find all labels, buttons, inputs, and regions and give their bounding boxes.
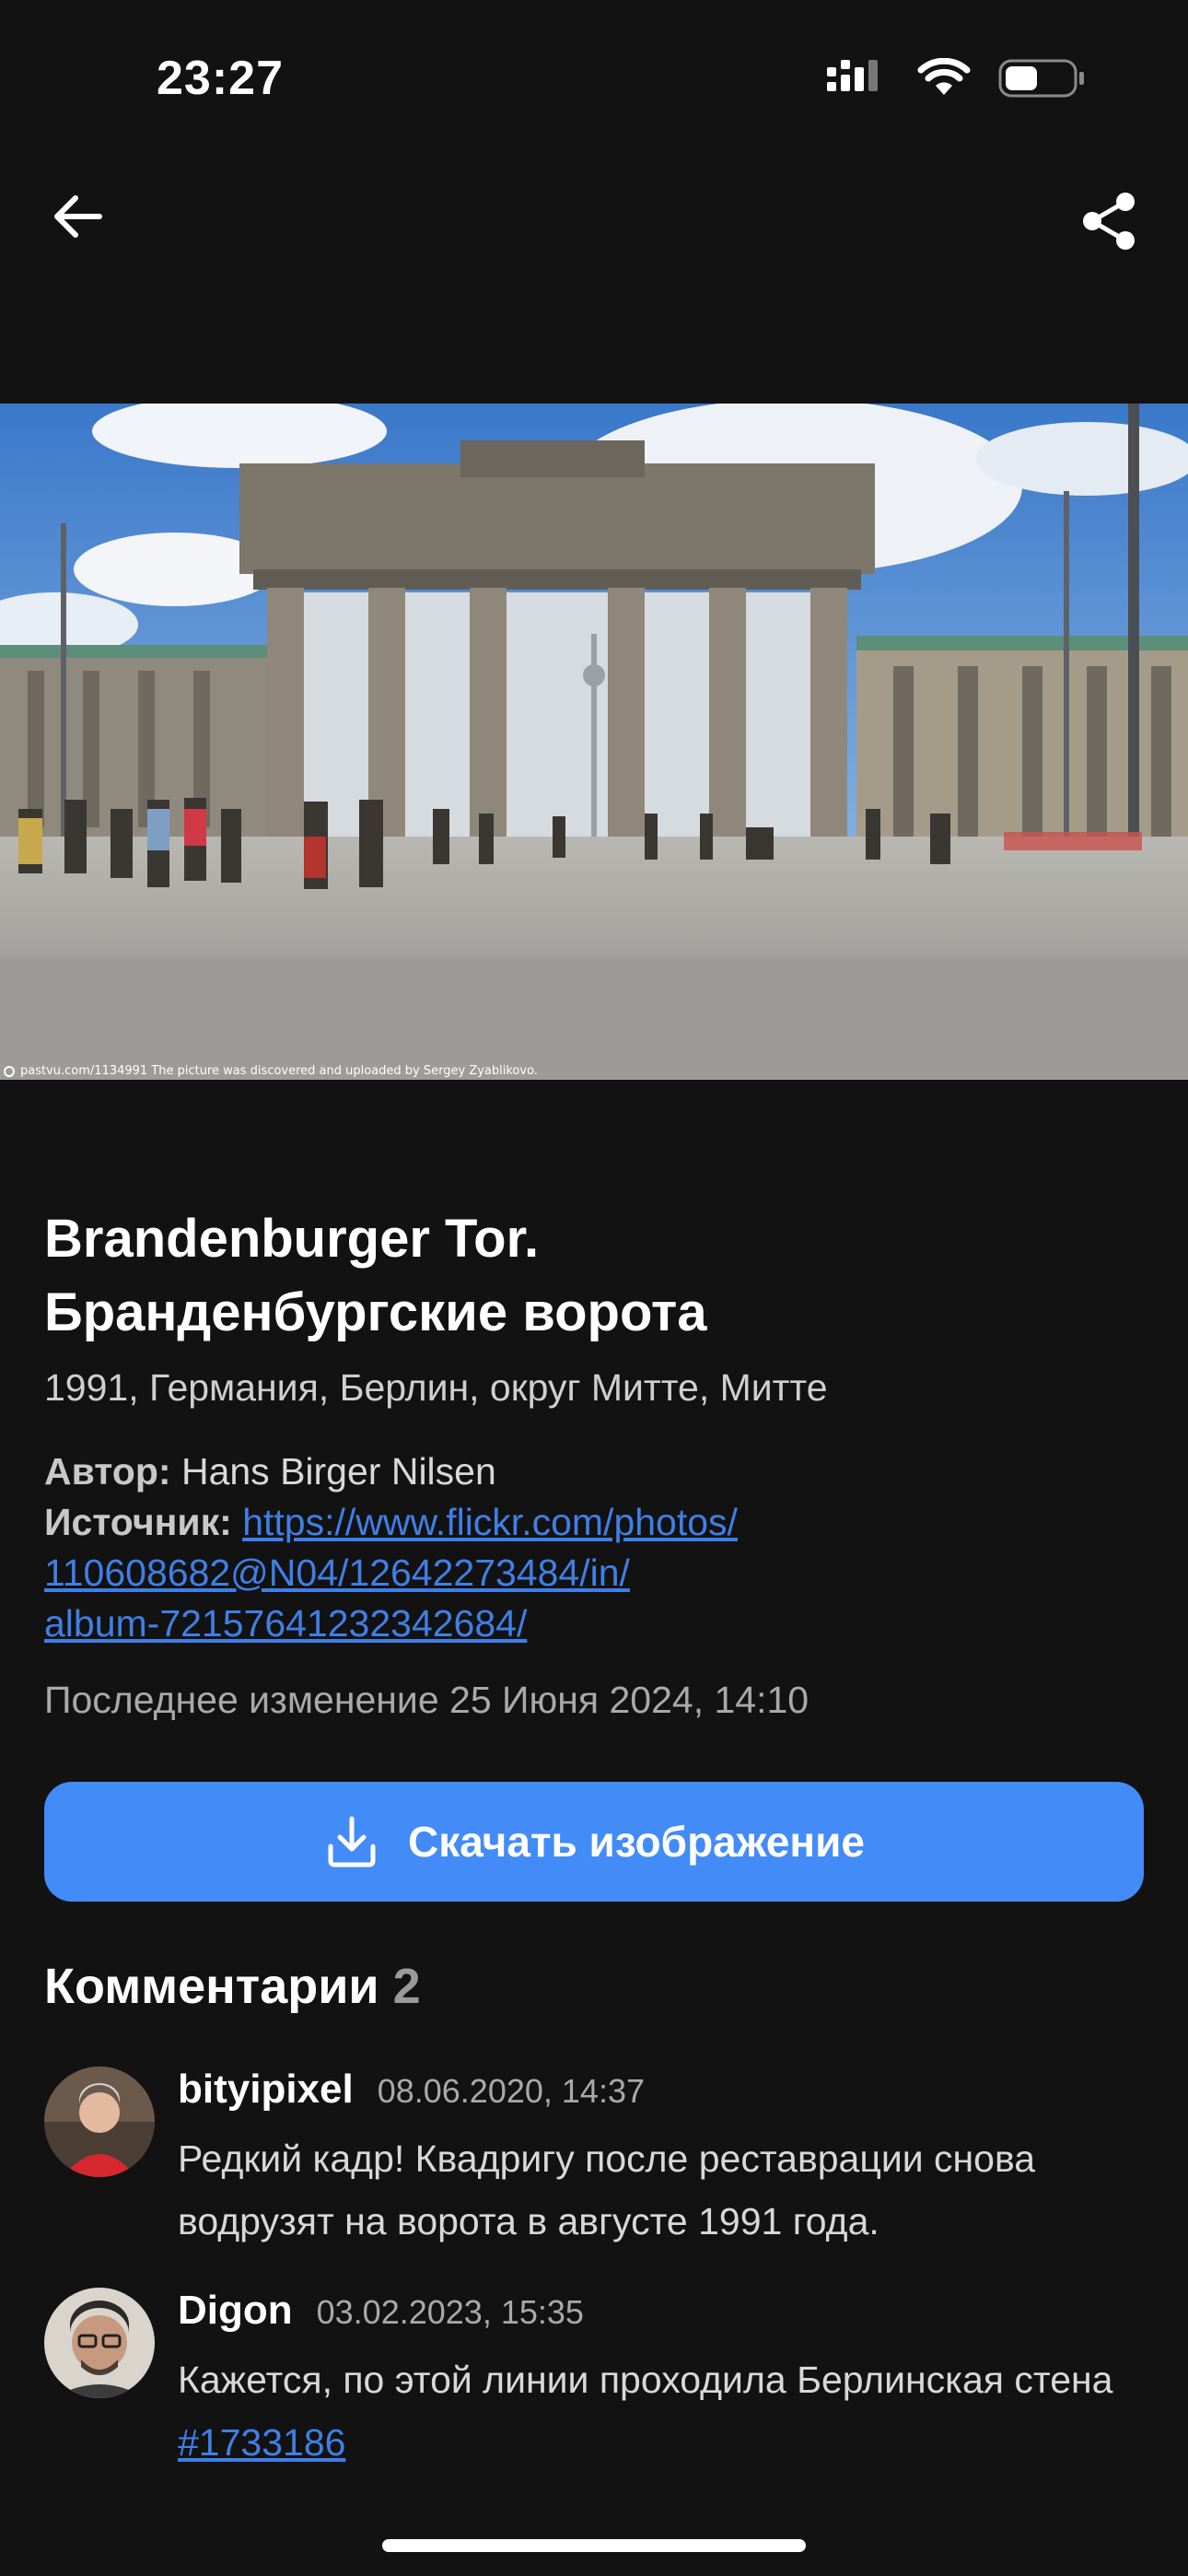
photo-meta: Автор: Hans Birger Nilsen Источник: http… (44, 1446, 1140, 1649)
author-row: Автор: Hans Birger Nilsen (44, 1446, 1140, 1497)
comment-header: bityipixel 08.06.2020, 14:37 (178, 2067, 1154, 2125)
comment-username[interactable]: bityipixel (178, 2067, 354, 2113)
download-image-button[interactable]: Скачать изображение (44, 1782, 1144, 1902)
pastvu-logo-icon (4, 1065, 15, 1077)
wifi-icon (917, 58, 971, 95)
photo-title-line1: Brandenburger Tor. (44, 1209, 540, 1269)
status-icons (827, 57, 1087, 100)
comment-text: Кажется, по этой линии проходила Берлинс… (178, 2348, 1154, 2474)
cellular-signal-icon (827, 60, 878, 91)
status-time: 23:27 (157, 52, 284, 105)
comment-timestamp: 03.02.2023, 15:35 (316, 2293, 584, 2331)
share-icon (1083, 193, 1135, 250)
comments-count: 2 (392, 1959, 421, 2014)
last-modified: Последнее изменение 25 Июня 2024, 14:10 (44, 1679, 809, 1721)
comment-username[interactable]: Digon (178, 2288, 293, 2334)
comment-timestamp: 08.06.2020, 14:37 (377, 2072, 645, 2110)
source-label: Источник: (44, 1501, 232, 1543)
battery-icon (998, 59, 1084, 98)
photo-title-line2: Бранденбургские ворота (44, 1282, 707, 1342)
comment-header: Digon 03.02.2023, 15:35 (178, 2288, 1154, 2347)
comments-heading: Комментарии 2 (44, 1958, 421, 2015)
photo-reference-link[interactable]: #1733186 (178, 2421, 345, 2464)
source-link-line3: album-72157641232342684/ (44, 1602, 528, 1645)
source-link-line1: https://www.flickr.com/photos/ (242, 1501, 738, 1543)
home-indicator[interactable] (382, 2539, 806, 2552)
comment-text-body: Кажется, по этой линии проходила Берлинс… (178, 2359, 1113, 2401)
photo-caption: pastvu.com/1134991 The picture was disco… (4, 1064, 538, 1078)
comments-heading-label: Комментарии (44, 1959, 379, 2014)
comment-body: bityipixel 08.06.2020, 14:37 Редкий кадр… (178, 2067, 1154, 2253)
comment-item: Digon 03.02.2023, 15:35 Кажется, по этой… (44, 2288, 1149, 2464)
photo-caption-text: pastvu.com/1134991 The picture was disco… (20, 1064, 538, 1078)
comment-text: Редкий кадр! Квадригу после реставрации … (178, 2137, 1036, 2242)
download-label: Скачать изображение (408, 1818, 865, 1866)
brandenburg-gate-photo (0, 404, 1188, 1080)
arrow-left-icon (54, 195, 102, 238)
avatar[interactable] (44, 2288, 155, 2398)
avatar[interactable] (44, 2067, 155, 2177)
source-link-line2: 110608682@N04/12642273484/in/ (44, 1551, 630, 1594)
author-label: Автор: (44, 1450, 171, 1493)
comment-body: Digon 03.02.2023, 15:35 Кажется, по этой… (178, 2288, 1154, 2474)
source-row: Источник: https://www.flickr.com/photos/… (44, 1497, 1140, 1649)
user-avatar-icon (44, 2288, 155, 2398)
user-avatar-icon (44, 2067, 155, 2177)
author-value: Hans Birger Nilsen (181, 1450, 496, 1493)
photo-detail-screen: 23:27 pastvu.com/1134991 The picture was… (0, 0, 1188, 2576)
historic-photo[interactable]: pastvu.com/1134991 The picture was disco… (0, 404, 1188, 1080)
back-button[interactable] (46, 184, 111, 249)
status-bar: 23:27 (0, 0, 1188, 157)
photo-title: Brandenburger Tor. Бранденбургские ворот… (44, 1202, 1140, 1350)
download-icon (328, 1816, 376, 1868)
share-button[interactable] (1077, 189, 1142, 253)
photo-location: 1991, Германия, Берлин, округ Митте, Мит… (44, 1366, 828, 1409)
comment-item: bityipixel 08.06.2020, 14:37 Редкий кадр… (44, 2067, 1149, 2242)
